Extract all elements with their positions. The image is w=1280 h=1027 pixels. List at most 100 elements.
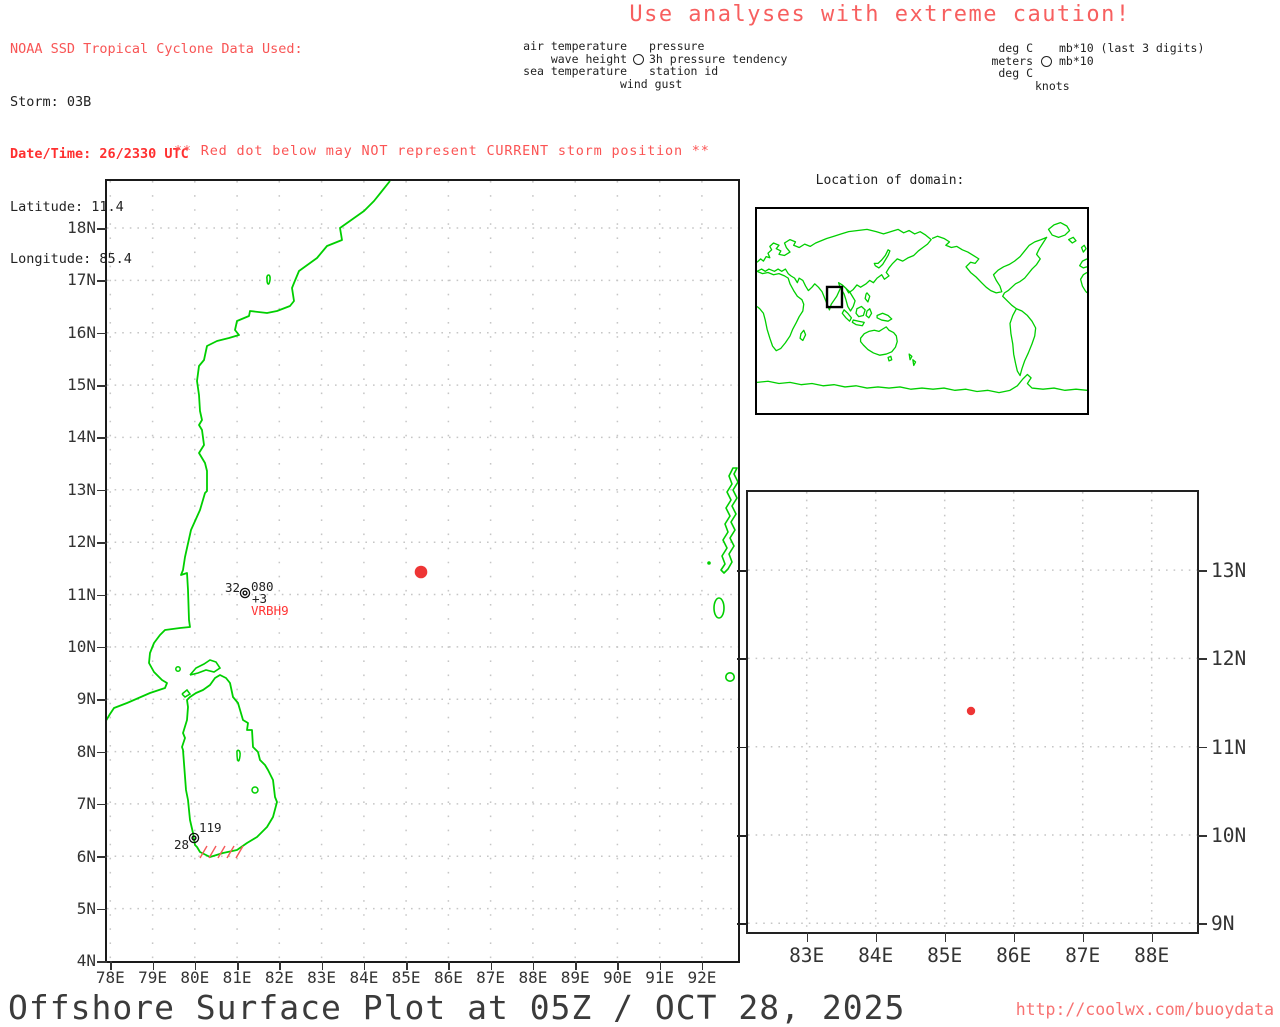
tick <box>737 658 747 660</box>
storm-position-warning: ** Red dot below may NOT represent CURRE… <box>174 143 710 159</box>
iceland <box>1069 237 1076 243</box>
tick <box>97 385 107 387</box>
xtick-label: 85E <box>391 968 421 987</box>
little-andaman <box>713 597 725 619</box>
xtick-label: 88E <box>518 968 548 987</box>
japan <box>874 250 890 268</box>
ytick-label: 16N <box>67 323 96 342</box>
station-id: VRBH9 <box>251 603 289 618</box>
ytick-label: 14N <box>67 427 96 446</box>
tick <box>97 542 107 544</box>
tick <box>97 228 107 230</box>
station-circle-icon <box>1040 55 1052 67</box>
inland-lake <box>236 749 241 762</box>
greenland <box>1049 223 1070 238</box>
xtick-label: 78E <box>95 968 125 987</box>
ytick-label: 5N <box>76 899 96 918</box>
java <box>852 320 864 326</box>
zoom-map-inset: 13N 12N 11N 10N 9N 83E 84E 85E 86E 87E 8… <box>737 490 1246 967</box>
sulawesi <box>866 309 872 318</box>
tick <box>737 835 747 837</box>
legend-row: deg C <box>860 67 1204 80</box>
africa-coastline <box>757 271 804 350</box>
coastal-lagoon <box>266 274 271 285</box>
ytick-label: 10N <box>1211 824 1247 847</box>
legend-air-temperature: air temperature <box>523 39 627 53</box>
eurasia-coastline <box>757 229 931 309</box>
xtick-label: 82E <box>264 968 294 987</box>
xtick-label: 84E <box>858 944 894 967</box>
units-legend: deg C mb*10 (last 3 digits) meters mb*10… <box>860 42 1204 92</box>
tick <box>875 932 878 942</box>
tick <box>97 437 107 439</box>
ytick-label: 8N <box>76 742 96 761</box>
borneo <box>856 306 865 316</box>
units-wind-gust: knots <box>1035 78 1070 93</box>
units-pressure: mb*10 (last 3 digits) <box>1059 41 1205 55</box>
main-map-canvas: 32 080 +3 VRBH9 28 119 <box>107 181 738 961</box>
station-air-temp: 28 <box>174 837 189 852</box>
storm-id-line: Storm: 03B <box>10 93 92 110</box>
tick <box>737 923 747 925</box>
legend-row: air temperature pressure <box>450 40 787 53</box>
xtick-label: 85E <box>927 944 963 967</box>
tick <box>1197 835 1207 837</box>
ytick-label: 18N <box>67 218 96 237</box>
xtick-label: 88E <box>1134 944 1170 967</box>
ytick-label: 11N <box>67 585 96 604</box>
tick <box>97 803 107 806</box>
legend-wind-gust: wind gust <box>620 76 683 91</box>
tick <box>806 932 809 942</box>
ytick-label: 12N <box>67 532 96 551</box>
tick <box>1197 658 1207 660</box>
xtick-label: 92E <box>687 968 717 987</box>
units-sea-temperature: deg C <box>998 66 1033 81</box>
data-source-line: NOAA SSD Tropical Cyclone Data Used: <box>10 41 303 57</box>
xtick-label: 81E <box>222 968 252 987</box>
antarctica-coastline <box>757 374 1087 392</box>
xtick-label: 80E <box>180 968 210 987</box>
tick <box>1082 932 1085 942</box>
legend-row: wind gust <box>450 78 787 91</box>
ytick-label: 13N <box>1211 559 1247 582</box>
islet <box>175 666 181 672</box>
ytick-label: 6N <box>76 847 96 866</box>
buoydata-link[interactable]: http://coolwx.com/buoydata <box>1016 1000 1274 1019</box>
xtick-label: 79E <box>138 968 168 987</box>
xtick-label: 86E <box>433 968 463 987</box>
british-isles <box>1082 245 1087 252</box>
tick <box>97 751 107 754</box>
domain-inset-title: Location of domain: <box>815 173 965 188</box>
ytick-label: 15N <box>67 375 96 394</box>
legend-station-id: station id <box>649 64 719 79</box>
tick <box>1013 932 1016 942</box>
storm-position-dot <box>966 706 976 716</box>
philippines <box>865 293 870 302</box>
plot-title: Offshore Surface Plot at 05Z / OCT 28, 2… <box>8 988 906 1027</box>
ytick-label: 11N <box>1211 736 1247 759</box>
caution-headline: Use analyses with extreme caution! <box>629 2 1131 27</box>
tick <box>97 646 107 649</box>
tick <box>1197 923 1207 925</box>
south-america-coastline <box>1010 309 1036 376</box>
ytick-label: 7N <box>76 794 96 813</box>
main-map-vgrid <box>109 181 703 961</box>
islet <box>181 688 192 698</box>
tick <box>944 932 947 942</box>
andaman-islands <box>720 467 738 574</box>
sumatra <box>842 310 851 321</box>
offshore-surface-plot-page: { "colors": { "coast_green": "#00cf00", … <box>0 0 1280 1027</box>
ytick-label: 9N <box>76 689 96 708</box>
xtick-label: 90E <box>602 968 632 987</box>
ytick-label: 12N <box>1211 647 1247 670</box>
tick <box>1197 746 1207 749</box>
tick <box>97 908 107 911</box>
ytick-label: 9N <box>1211 912 1235 935</box>
legend-sea-temperature: sea temperature <box>523 64 627 79</box>
xtick-label: 87E <box>476 968 506 987</box>
tick <box>1197 570 1207 572</box>
tick <box>1151 932 1154 942</box>
legend-row: sea temperature station id <box>450 65 787 78</box>
ytick-label: 10N <box>67 637 96 656</box>
legend-row: deg C mb*10 (last 3 digits) <box>860 42 1204 55</box>
